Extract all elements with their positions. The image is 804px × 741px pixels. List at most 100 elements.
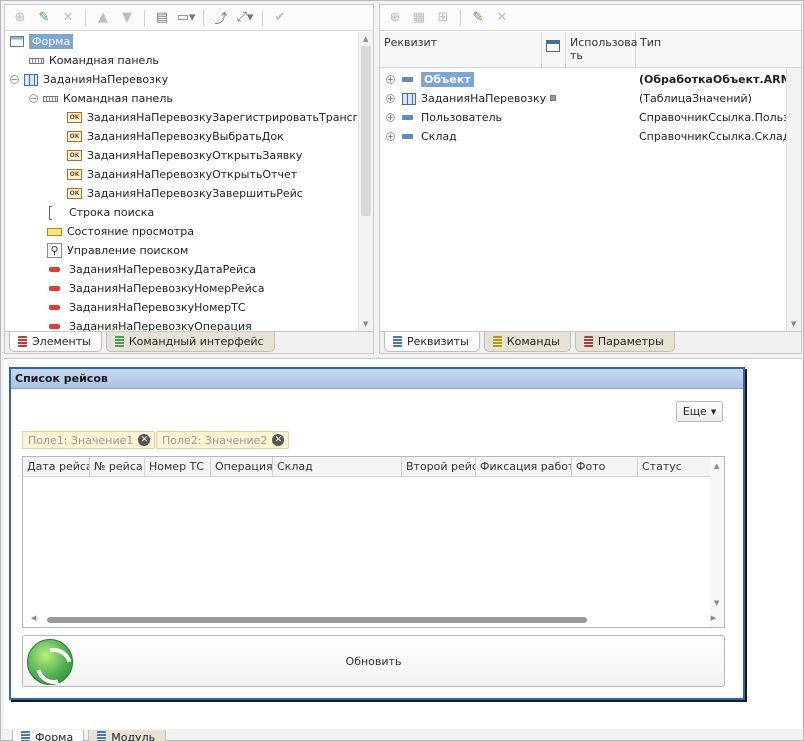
delete-icon[interactable]: ✕ <box>57 7 79 29</box>
column-header[interactable]: Второй рейс <box>402 457 476 477</box>
tab-elements[interactable]: Элементы <box>9 332 102 352</box>
table-horizontal-scrollbar[interactable]: ◀ ▶ <box>31 614 716 624</box>
expand-icon[interactable]: + <box>386 132 395 141</box>
add-attribute-icon[interactable]: ⊕ <box>384 7 406 29</box>
tab-module[interactable]: Модуль <box>88 730 167 741</box>
attribute-row[interactable]: + Склад СправочникСсылка.Склады <box>386 127 800 146</box>
column-header[interactable]: Дата рейса <box>23 457 90 477</box>
layout-icon[interactable]: ▭▾ <box>175 7 197 29</box>
tree-item-field[interactable]: ЗаданияНаПеревозкуНомерРейса <box>49 279 265 298</box>
tree-item-view-state[interactable]: Состояние просмотра <box>47 222 194 241</box>
column-type[interactable]: Тип <box>636 32 801 68</box>
more-button-label: Еще <box>682 405 707 418</box>
close-icon[interactable]: ✕ <box>272 434 285 446</box>
column-header[interactable]: Фиксация работ <box>476 457 572 477</box>
check-icon[interactable]: ✔ <box>269 7 291 29</box>
tree-item-button[interactable]: OK ЗаданияНаПеревозкуОткрытьЗаявку <box>67 146 302 165</box>
delete-icon[interactable]: ✕ <box>491 7 513 29</box>
column-header[interactable]: Статус <box>638 457 712 477</box>
command-bar-icon[interactable]: ▤ <box>151 7 173 29</box>
tree-item-field[interactable]: ЗаданияНаПеревозкуОперация <box>49 317 252 331</box>
attribute-row[interactable]: + Объект (ОбработкаОбъект.ARM... <box>386 70 800 89</box>
tree-item-button[interactable]: OK ЗаданияНаПеревозкуЗарегистрироватьТра… <box>67 108 357 127</box>
tab-command-interface[interactable]: Командный интерфейс <box>105 332 275 352</box>
trips-table-header: Дата рейса № рейса Номер ТС Операция Скл… <box>23 457 710 477</box>
tree-item-table[interactable]: − ЗаданияНаПеревозку <box>10 70 168 89</box>
search-string-icon <box>49 205 52 220</box>
column-header[interactable]: Операция <box>211 457 273 477</box>
column-header[interactable]: Фото <box>572 457 638 477</box>
tree-item-label: ЗаданияНаПеревозкуЗарегистрироватьТрансп… <box>87 111 357 124</box>
use-checkbox[interactable] <box>550 95 556 101</box>
edit-icon[interactable]: ✎ <box>33 7 55 29</box>
column-use-icon[interactable] <box>542 32 566 68</box>
swap-icon[interactable]: ⤴ <box>210 7 232 29</box>
table-icon <box>24 73 38 86</box>
tree-item-command-panel[interactable]: Командная панель <box>29 51 159 70</box>
column-header[interactable]: Номер ТС <box>145 457 211 477</box>
trips-table[interactable]: Дата рейса № рейса Номер ТС Операция Скл… <box>22 456 725 628</box>
collapse-icon[interactable]: − <box>10 75 19 84</box>
attribute-icon <box>402 115 413 120</box>
button-icon: OK <box>67 131 82 142</box>
tree-item-button[interactable]: OK ЗаданияНаПеревозкуЗавершитьРейс <box>67 184 303 203</box>
tab-attributes[interactable]: Реквизиты <box>384 332 480 352</box>
add-icon[interactable]: ⊕ <box>9 7 31 29</box>
elements-tabs: Элементы Командный интерфейс <box>5 331 373 353</box>
attribute-type: СправочникСсылка.Пользов... <box>639 111 799 124</box>
tree-item-button[interactable]: OK ЗаданияНаПеревозкуВыбратьДок <box>67 127 284 146</box>
expand-icon[interactable]: + <box>386 113 395 122</box>
column-use[interactable]: Использова ть <box>566 32 638 68</box>
collapse-icon[interactable]: − <box>29 94 38 103</box>
filter-chip[interactable]: Поле2: Значение2 ✕ <box>156 431 290 449</box>
tree-item-field[interactable]: ЗаданияНаПеревозкуДатаРейса <box>49 260 256 279</box>
add-column-icon[interactable]: ⊞ <box>432 7 454 29</box>
tab-parameters[interactable]: Параметры <box>574 332 675 352</box>
column-attribute[interactable]: Реквизит <box>380 32 542 68</box>
expand-icon[interactable]: + <box>386 75 395 84</box>
tab-label: Командный интерфейс <box>128 335 264 348</box>
tree-item-command-panel-nested[interactable]: − Командная панель <box>29 89 173 108</box>
attribute-type: (ОбработкаОбъект.ARM... <box>639 73 799 86</box>
column-label: Фото <box>576 460 606 473</box>
tree-item-field[interactable]: ЗаданияНаПеревозкуНомерТС <box>49 298 246 317</box>
commands-icon <box>492 336 502 347</box>
tree-scrollbar[interactable]: ▲ ▼ <box>358 32 373 331</box>
column-label: № рейса <box>94 460 143 473</box>
tab-label: Элементы <box>32 335 91 348</box>
tree-item-form[interactable]: Форма <box>10 32 74 51</box>
parameters-icon <box>583 336 593 347</box>
edit-icon[interactable]: ✎ <box>467 7 489 29</box>
button-icon: OK <box>67 150 82 161</box>
tree-item-button[interactable]: OK ЗаданияНаПеревозкуОткрытьОтчет <box>67 165 297 184</box>
column-label: Дата рейса <box>27 460 90 473</box>
form-title: Список рейсов <box>11 369 743 389</box>
tree-item-search-control[interactable]: ⚲ Управление поиском <box>47 241 188 260</box>
expand-icon[interactable]: + <box>386 94 395 103</box>
tree-item-label: Строка поиска <box>69 206 155 219</box>
filter-chip[interactable]: Поле1: Значение1 ✕ <box>22 431 156 449</box>
column-header[interactable]: № рейса <box>90 457 145 477</box>
refresh-button[interactable]: Обновить <box>22 635 725 687</box>
more-button[interactable]: Еще ▼ <box>676 401 723 422</box>
column-label: Склад <box>277 460 313 473</box>
resize-icon[interactable]: ⤢▾ <box>234 7 256 29</box>
close-icon[interactable]: ✕ <box>138 434 151 446</box>
column-header[interactable]: Склад <box>273 457 402 477</box>
attribute-type: СправочникСсылка.Склады <box>639 130 799 143</box>
attribute-row[interactable]: + ЗаданияНаПеревозку (ТаблицаЗначений) <box>386 89 800 108</box>
add-table-icon[interactable]: ▦ <box>408 7 430 29</box>
attribute-row[interactable]: + Пользователь СправочникСсылка.Пользов.… <box>386 108 800 127</box>
tab-commands[interactable]: Команды <box>483 332 571 352</box>
tree-item-search-string[interactable]: Строка поиска <box>49 203 154 222</box>
move-down-icon[interactable]: ▼ <box>116 7 138 29</box>
elements-icon <box>18 336 27 347</box>
table-vertical-scrollbar[interactable]: ▲ ▼ <box>710 457 724 627</box>
scrollbar-thumb[interactable] <box>47 617 587 623</box>
attribute-icon <box>402 134 413 139</box>
column-label: Использова ть <box>570 36 638 62</box>
tab-form[interactable]: Форма <box>12 730 85 741</box>
move-up-icon[interactable]: ▲ <box>92 7 114 29</box>
attributes-toolbar: ⊕ ▦ ⊞ ✎ ✕ <box>380 5 801 31</box>
attributes-scrollbar[interactable]: ▼ <box>786 68 801 331</box>
